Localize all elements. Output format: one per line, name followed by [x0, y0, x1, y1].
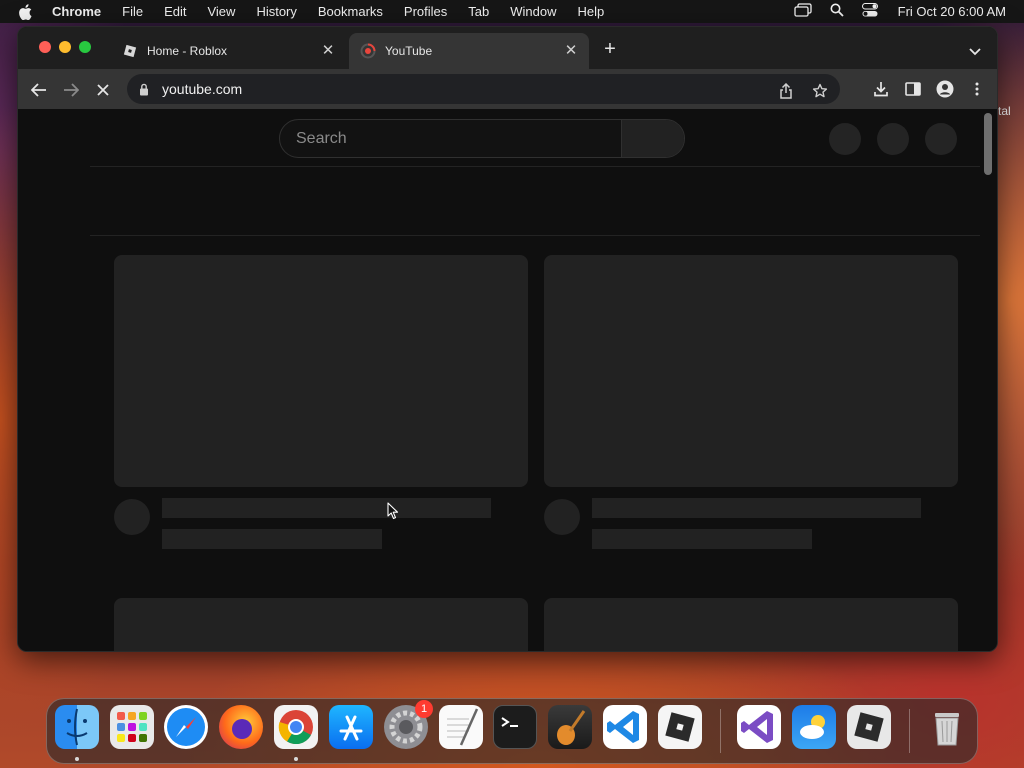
tab-title: Home - Roblox [147, 44, 228, 58]
menu-bar: Chrome File Edit View History Bookmarks … [0, 0, 1024, 23]
video-thumbnail-placeholder [544, 255, 958, 487]
running-indicator [75, 757, 79, 761]
video-thumbnail-placeholder [114, 255, 528, 487]
profile-icon[interactable] [935, 79, 955, 99]
side-panel-icon[interactable] [903, 79, 923, 99]
video-meta-placeholder [592, 529, 812, 549]
search-input[interactable] [280, 120, 622, 157]
weather-icon[interactable] [792, 705, 836, 749]
header-action-placeholder [829, 123, 861, 155]
video-meta-placeholder [162, 529, 382, 549]
tab-strip: Home - Roblox ✕ YouTube ✕ + [18, 27, 997, 69]
video-title-placeholder [592, 498, 921, 518]
textedit-icon[interactable] [439, 705, 483, 749]
search-button[interactable] [621, 120, 684, 157]
dock-separator [720, 709, 721, 753]
chips-divider [90, 235, 980, 236]
header-divider [90, 166, 980, 167]
menu-file[interactable]: File [122, 4, 143, 19]
spotlight-search-icon[interactable] [830, 3, 844, 20]
video-thumbnail-placeholder [114, 598, 528, 651]
visual-studio-icon[interactable] [737, 705, 781, 749]
address-bar[interactable]: youtube.com [127, 74, 840, 104]
window-controls [39, 41, 91, 53]
window-minimize-button[interactable] [59, 41, 71, 53]
system-settings-icon[interactable]: 1 [384, 700, 433, 749]
roblox-icon[interactable] [658, 705, 702, 749]
tab-youtube[interactable]: YouTube ✕ [349, 33, 589, 69]
tab-close-icon[interactable]: ✕ [563, 43, 579, 59]
youtube-search-box [279, 119, 685, 158]
trash-icon[interactable] [925, 705, 969, 749]
safari-icon[interactable] [164, 705, 208, 749]
forward-arrow-icon[interactable] [61, 80, 81, 100]
app-store-icon[interactable] [329, 705, 373, 749]
menu-history[interactable]: History [256, 4, 296, 19]
avatar-placeholder [925, 123, 957, 155]
toolbar-actions [871, 79, 987, 99]
desktop-edge-text: tal [998, 104, 1011, 118]
share-icon[interactable] [776, 81, 796, 101]
new-tab-button[interactable]: + [601, 39, 619, 59]
dock: 1 [46, 698, 978, 764]
url-text: youtube.com [162, 81, 243, 97]
lock-icon[interactable] [139, 82, 151, 96]
browser-toolbar: youtube.com [18, 69, 997, 109]
tab-close-icon[interactable]: ✕ [320, 43, 336, 59]
menu-bookmarks[interactable]: Bookmarks [318, 4, 383, 19]
menu-help[interactable]: Help [578, 4, 605, 19]
roblox-favicon-icon [122, 43, 138, 59]
address-bar-actions [776, 81, 830, 101]
launchpad-icon[interactable] [110, 705, 154, 749]
running-indicator [294, 757, 298, 761]
menu-edit[interactable]: Edit [164, 4, 186, 19]
roblox-studio-icon[interactable] [847, 705, 891, 749]
notification-badge: 1 [415, 700, 433, 718]
screen-mirroring-icon[interactable] [793, 3, 812, 20]
dock-separator [909, 709, 910, 753]
video-thumbnail-placeholder [544, 598, 958, 651]
apple-menu-icon[interactable] [18, 3, 38, 20]
vscode-icon[interactable] [603, 705, 647, 749]
window-close-button[interactable] [39, 41, 51, 53]
control-center-icon[interactable] [861, 3, 878, 20]
finder-icon[interactable] [55, 705, 99, 749]
menubar-status-area: Fri Oct 20 6:00 AM [793, 0, 1006, 23]
tab-title: YouTube [385, 44, 433, 58]
page-scrollbar[interactable] [984, 113, 992, 175]
more-menu-icon[interactable] [967, 79, 987, 99]
window-maximize-button[interactable] [79, 41, 91, 53]
garageband-icon[interactable] [548, 705, 592, 749]
video-title-placeholder [162, 498, 491, 518]
header-action-placeholder [877, 123, 909, 155]
tab-roblox[interactable]: Home - Roblox ✕ [112, 33, 346, 69]
terminal-icon[interactable] [493, 705, 537, 749]
menu-view[interactable]: View [207, 4, 235, 19]
menu-profiles[interactable]: Profiles [404, 4, 447, 19]
youtube-page [18, 109, 997, 651]
google-chrome-icon[interactable] [274, 705, 318, 749]
firefox-icon[interactable] [219, 705, 263, 749]
tab-search-chevron-down-icon[interactable] [969, 43, 981, 61]
youtube-loading-favicon-icon [360, 43, 376, 59]
bookmark-star-icon[interactable] [810, 81, 830, 101]
channel-avatar-placeholder [114, 499, 150, 535]
menubar-clock[interactable]: Fri Oct 20 6:00 AM [898, 4, 1006, 19]
mouse-cursor-icon [387, 502, 399, 520]
menu-tab[interactable]: Tab [468, 4, 489, 19]
chrome-window: Home - Roblox ✕ YouTube ✕ + youtube.com … [17, 26, 998, 652]
download-icon[interactable] [871, 79, 891, 99]
menu-app-name[interactable]: Chrome [52, 4, 101, 19]
menu-window[interactable]: Window [510, 4, 556, 19]
stop-loading-icon[interactable] [93, 80, 113, 100]
back-arrow-icon[interactable] [29, 80, 49, 100]
channel-avatar-placeholder [544, 499, 580, 535]
